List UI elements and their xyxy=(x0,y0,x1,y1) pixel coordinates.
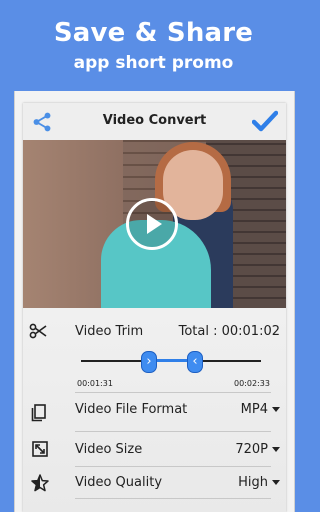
video-size-value: 720P xyxy=(235,442,268,457)
video-quality-value: High xyxy=(238,475,268,490)
scissors-icon xyxy=(29,323,47,339)
trim-end-handle[interactable]: ‹ xyxy=(187,351,203,373)
video-quality-dropdown[interactable]: High xyxy=(238,475,280,490)
trim-start-handle[interactable]: › xyxy=(141,351,157,373)
file-format-dropdown[interactable]: MP4 xyxy=(241,402,280,417)
video-preview[interactable] xyxy=(23,140,286,308)
resize-icon xyxy=(32,441,48,457)
video-quality-label: Video Quality xyxy=(75,475,163,490)
play-icon xyxy=(147,214,162,234)
play-button[interactable] xyxy=(126,198,178,250)
trim-total-duration: Total : 00:01:02 xyxy=(178,324,280,339)
video-size-dropdown[interactable]: 720P xyxy=(235,442,280,457)
trim-start-time: 00:01:31 xyxy=(77,379,113,388)
star-icon xyxy=(31,474,49,492)
file-format-value: MP4 xyxy=(240,402,268,417)
video-trim-label: Video Trim xyxy=(75,324,144,339)
trim-end-time: 00:02:33 xyxy=(234,379,270,388)
app-title: Video Convert xyxy=(102,113,207,128)
promo-title: Save & Share xyxy=(53,18,254,48)
phone-frame: Video Convert Video Trim Total : 00:01:0… xyxy=(14,91,295,512)
chevron-down-icon xyxy=(272,480,280,485)
promo-subtitle: app short promo xyxy=(73,53,234,73)
check-icon[interactable] xyxy=(252,109,278,133)
file-copy-icon xyxy=(31,404,46,422)
video-size-label: Video Size xyxy=(75,442,143,457)
chevron-down-icon xyxy=(272,447,280,452)
chevron-down-icon xyxy=(272,407,280,412)
app-screen: Video Convert Video Trim Total : 00:01:0… xyxy=(23,103,286,512)
app-toolbar: Video Convert xyxy=(23,103,286,141)
file-format-label: Video File Format xyxy=(75,402,188,417)
